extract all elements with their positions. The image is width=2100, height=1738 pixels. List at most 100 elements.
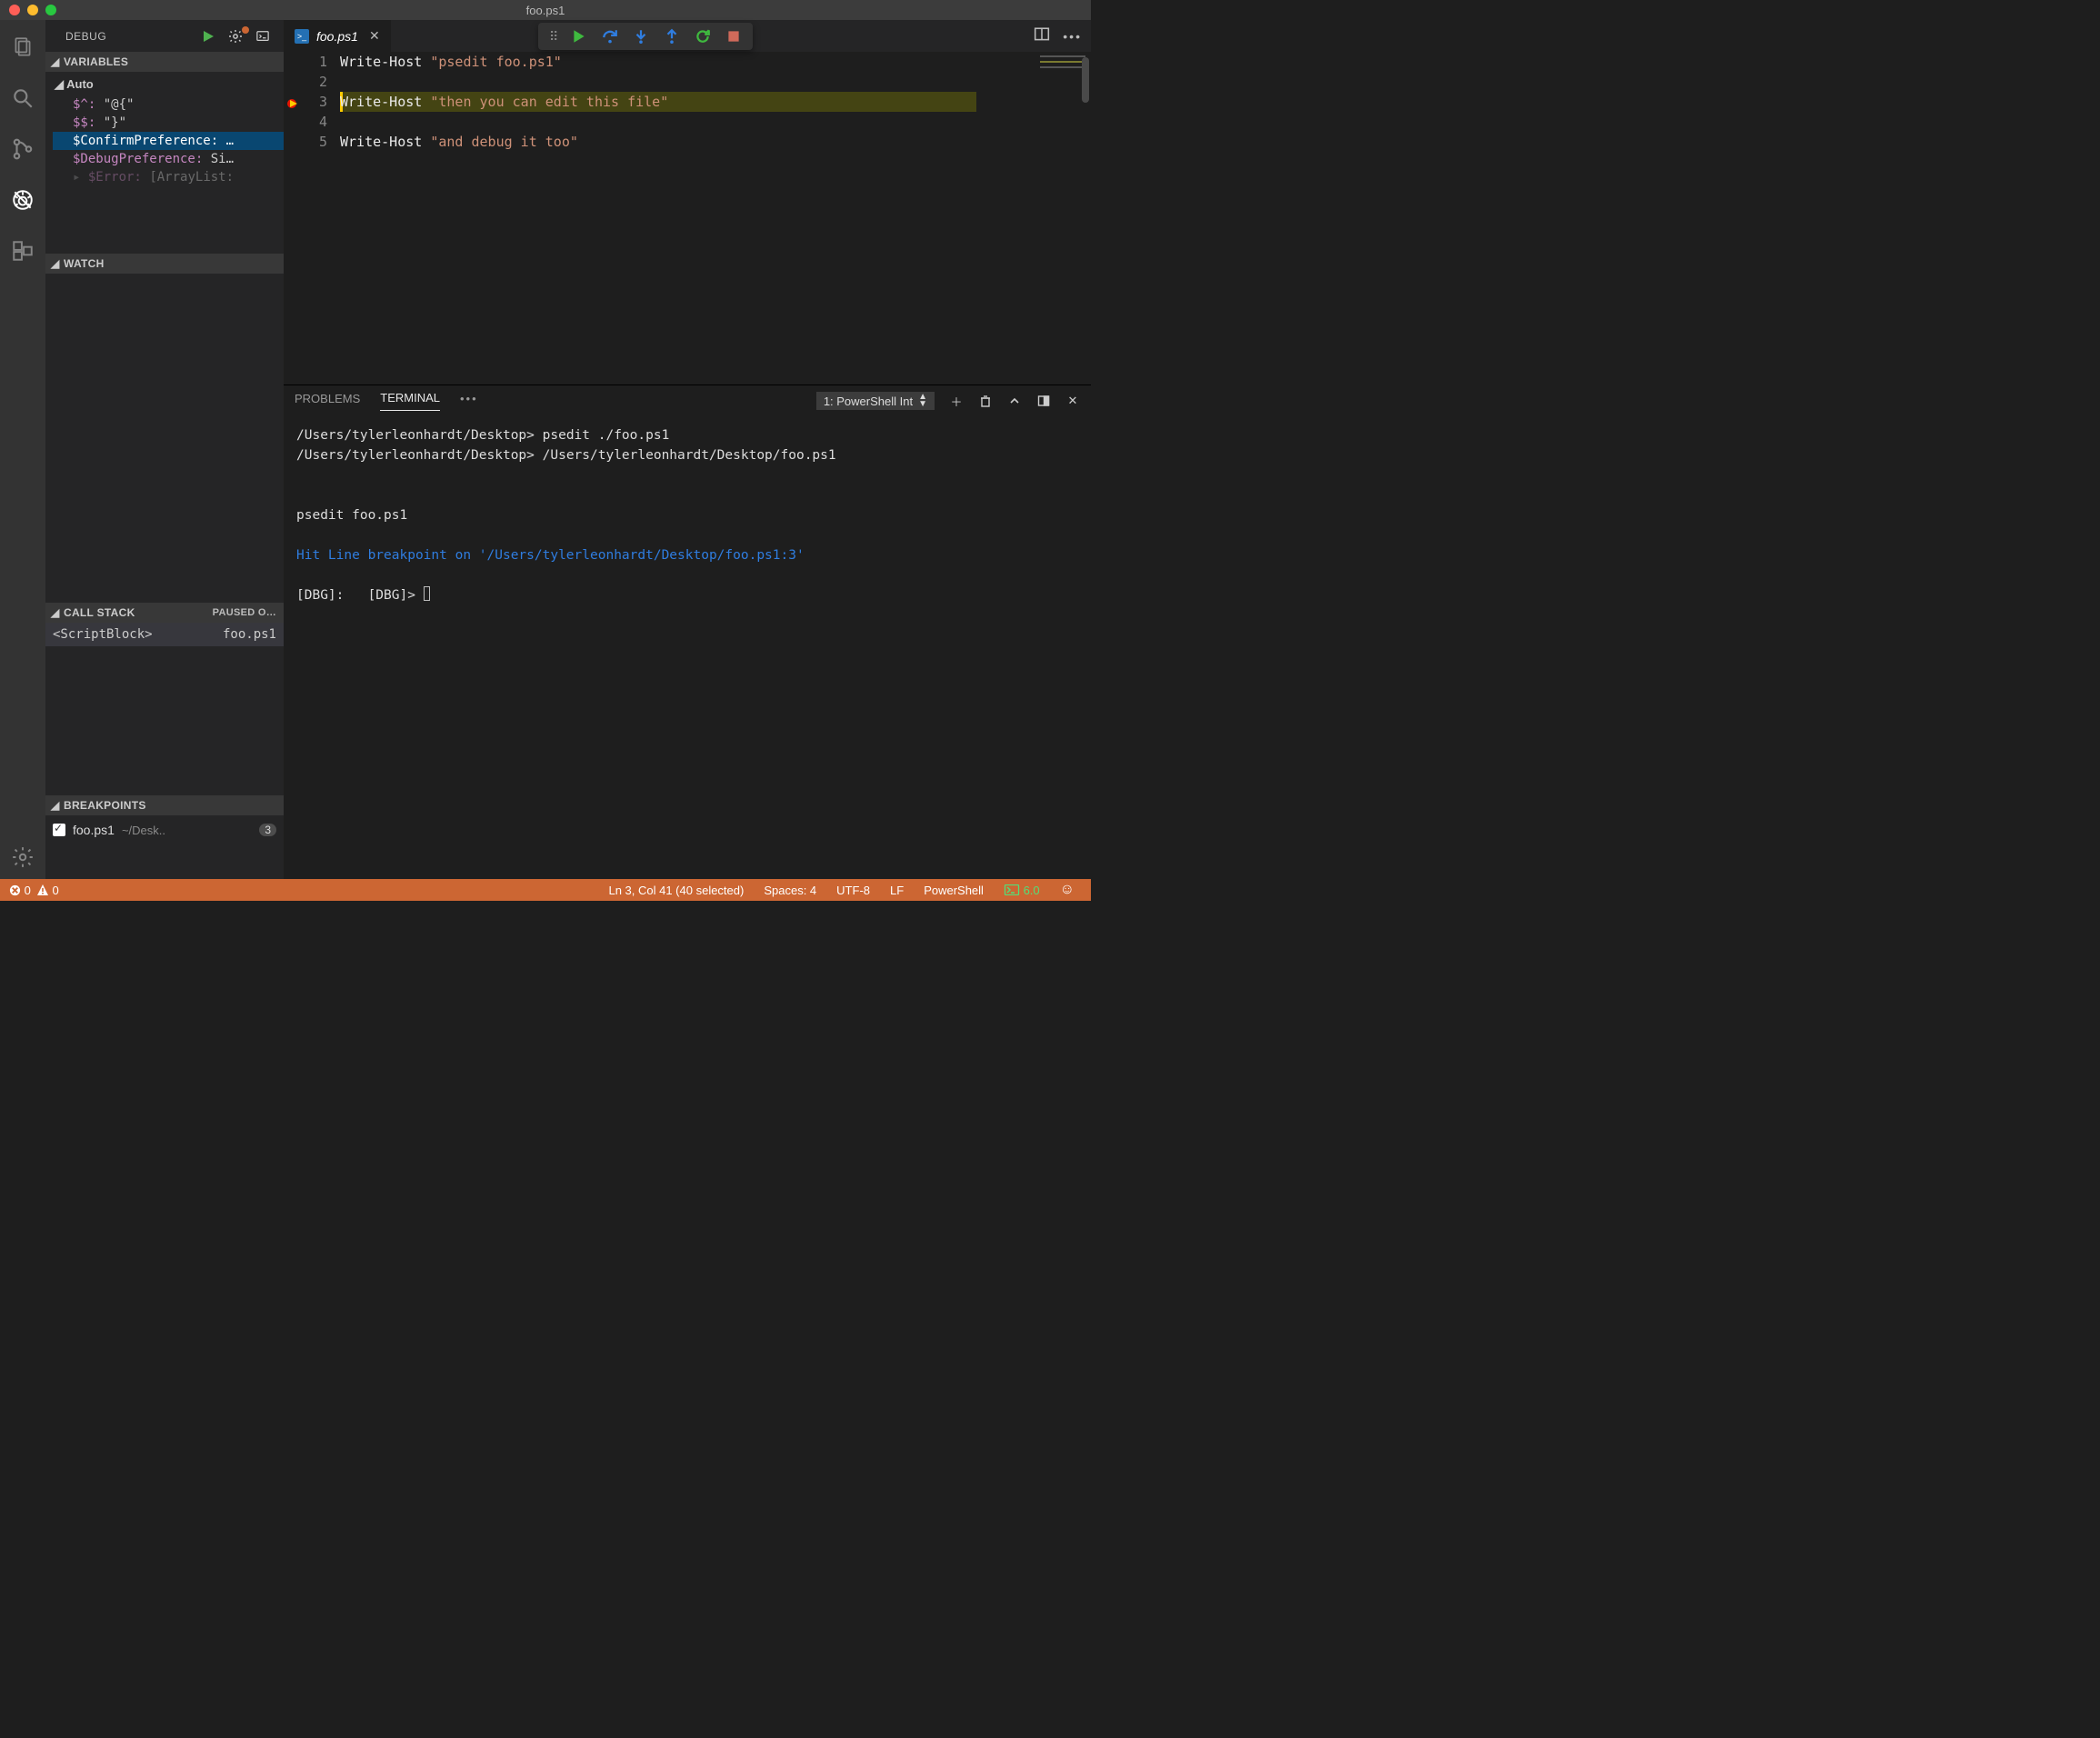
breakpoints-section-body: foo.ps1 ~/Desk.. 3 (45, 815, 284, 844)
start-debugging-icon[interactable] (200, 28, 216, 45)
panel-tab-problems[interactable]: PROBLEMS (295, 392, 360, 411)
extensions-activity-icon[interactable] (1, 229, 45, 273)
line-number: 1 (302, 52, 327, 72)
continue-icon[interactable] (571, 28, 587, 45)
code-token: Write-Host (340, 54, 430, 70)
restart-icon[interactable] (695, 28, 711, 45)
editor-scrollbar[interactable] (1080, 52, 1091, 385)
scm-activity-icon[interactable] (1, 127, 45, 171)
drag-handle-icon[interactable]: ⠿ (549, 29, 556, 45)
status-errors[interactable]: 0 (9, 884, 31, 897)
chevron-down-icon: ◢ (51, 257, 60, 270)
panel-tab-terminal[interactable]: TERMINAL (380, 391, 440, 411)
terminal-output[interactable]: /Users/tylerleonhardt/Desktop> psedit ./… (284, 416, 1091, 879)
line-number: 3 (302, 92, 327, 112)
variable-row[interactable]: $^: "@{" (53, 95, 284, 114)
status-language-mode[interactable]: PowerShell (916, 884, 991, 897)
editor-tab[interactable]: >_ foo.ps1 ✕ (284, 20, 392, 52)
editor-group: >_ foo.ps1 ✕ ⠿ ••• (284, 20, 1091, 879)
watch-section-title: WATCH (64, 257, 105, 270)
window-title: foo.ps1 (0, 4, 1091, 17)
callstack-status: PAUSED O… (213, 607, 276, 618)
status-bar: 0 0 Ln 3, Col 41 (40 selected) Spaces: 4… (0, 879, 1091, 901)
status-eol[interactable]: LF (883, 884, 911, 897)
breakpoints-section-header[interactable]: ◢ BREAKPOINTS (45, 795, 284, 815)
callstack-section-body: <ScriptBlock> foo.ps1 (45, 623, 284, 795)
terminal-selector[interactable]: 1: PowerShell Int ▲▼ (816, 392, 935, 410)
code-token: "and debug it too" (430, 134, 578, 150)
watch-section-header[interactable]: ◢ WATCH (45, 254, 284, 274)
new-terminal-icon[interactable]: ＋ (949, 394, 964, 408)
status-feedback-smiley-icon[interactable]: ☺ (1053, 882, 1082, 898)
variable-row[interactable]: $$: "}" (53, 114, 284, 132)
watch-section-body (45, 274, 284, 603)
search-activity-icon[interactable] (1, 76, 45, 120)
status-cursor-position[interactable]: Ln 3, Col 41 (40 selected) (601, 884, 751, 897)
terminal-line: psedit foo.ps1 (296, 508, 407, 523)
status-warnings[interactable]: 0 (36, 884, 59, 897)
debug-activity-icon[interactable] (1, 178, 45, 222)
code-token: Write-Host (340, 94, 430, 110)
stack-frame-row[interactable]: <ScriptBlock> foo.ps1 (45, 623, 284, 646)
variables-section-body: ◢ Auto $^: "@{" $$: "}" $ConfirmPreferen… (45, 72, 284, 254)
variable-value: [ArrayList: (149, 170, 234, 185)
close-tab-icon[interactable]: ✕ (369, 28, 380, 44)
debug-config-gear-icon[interactable] (227, 28, 244, 45)
explorer-activity-icon[interactable] (1, 25, 45, 69)
variable-name: $ConfirmPreference: (73, 134, 218, 148)
debug-console-icon[interactable] (255, 28, 271, 45)
toggle-panel-layout-icon[interactable] (1036, 394, 1051, 408)
breakpoint-dir: ~/Desk.. (122, 824, 165, 837)
variable-row[interactable]: $ConfirmPreference: … (53, 132, 284, 150)
terminal-line: [DBG]: [DBG]> (296, 588, 424, 603)
code-area[interactable]: Write-Host "psedit foo.ps1" Write-Host "… (340, 52, 1036, 385)
callstack-section-header[interactable]: ◢ CALL STACK PAUSED O… (45, 603, 284, 623)
breakpoint-row[interactable]: foo.ps1 ~/Desk.. 3 (53, 819, 276, 841)
breakpoint-checkbox[interactable] (53, 824, 65, 836)
more-actions-icon[interactable]: ••• (1063, 29, 1082, 44)
breakpoint-current-icon[interactable] (286, 95, 299, 108)
variable-value: "@{" (104, 97, 135, 112)
status-indentation[interactable]: Spaces: 4 (756, 884, 824, 897)
debug-toolbar[interactable]: ⠿ (538, 23, 753, 50)
stop-icon[interactable] (725, 28, 742, 45)
maximize-panel-icon[interactable] (1007, 394, 1022, 408)
line-number-gutter: 1 2 3 4 5 (302, 52, 340, 385)
close-panel-icon[interactable]: ✕ (1065, 394, 1080, 408)
variable-row[interactable]: ▸ $Error: [ArrayList: (53, 168, 284, 186)
stack-frame-file: foo.ps1 (223, 627, 276, 642)
zoom-window-button[interactable] (45, 5, 56, 15)
terminal-selector-label: 1: PowerShell Int (824, 395, 913, 408)
status-encoding[interactable]: UTF-8 (829, 884, 877, 897)
window-titlebar: foo.ps1 (0, 0, 1091, 20)
panel-tab-more-icon[interactable]: ••• (460, 392, 478, 411)
code-token: "then you can edit this file" (430, 94, 668, 110)
stack-frame-name: <ScriptBlock> (53, 627, 153, 642)
minimize-window-button[interactable] (27, 5, 38, 15)
terminal-line: /Users/tylerleonhardt/Desktop> (296, 428, 543, 443)
step-out-icon[interactable] (664, 28, 680, 45)
editor-tab-label: foo.ps1 (316, 29, 358, 44)
step-over-icon[interactable] (602, 28, 618, 45)
breakpoint-line-badge: 3 (259, 824, 276, 836)
variables-section-header[interactable]: ◢ VARIABLES (45, 52, 284, 72)
settings-gear-icon[interactable] (1, 835, 45, 879)
breakpoint-file: foo.ps1 (73, 823, 115, 837)
variable-name: $Error: (88, 170, 142, 185)
code-editor[interactable]: 1 2 3 4 5 Write-Host "psedit foo.ps1" Wr… (284, 52, 1091, 385)
variables-auto-scope[interactable]: ◢ Auto (53, 74, 284, 95)
variable-name: $$: (73, 115, 95, 130)
kill-terminal-icon[interactable] (978, 394, 993, 408)
breakpoint-gutter[interactable] (284, 52, 302, 385)
chevron-down-icon: ◢ (51, 799, 60, 812)
step-into-icon[interactable] (633, 28, 649, 45)
terminal-line: Hit Line breakpoint on '/Users/tylerleon… (296, 548, 805, 563)
close-window-button[interactable] (9, 5, 20, 15)
split-editor-icon[interactable] (1034, 26, 1050, 45)
status-errors-count: 0 (25, 884, 31, 897)
variable-row[interactable]: $DebugPreference: Si… (53, 150, 284, 168)
breakpoints-section-title: BREAKPOINTS (64, 799, 146, 812)
auto-scope-label: Auto (66, 77, 94, 91)
status-warnings-count: 0 (52, 884, 58, 897)
status-powershell-version[interactable]: 6.0 (996, 884, 1047, 897)
